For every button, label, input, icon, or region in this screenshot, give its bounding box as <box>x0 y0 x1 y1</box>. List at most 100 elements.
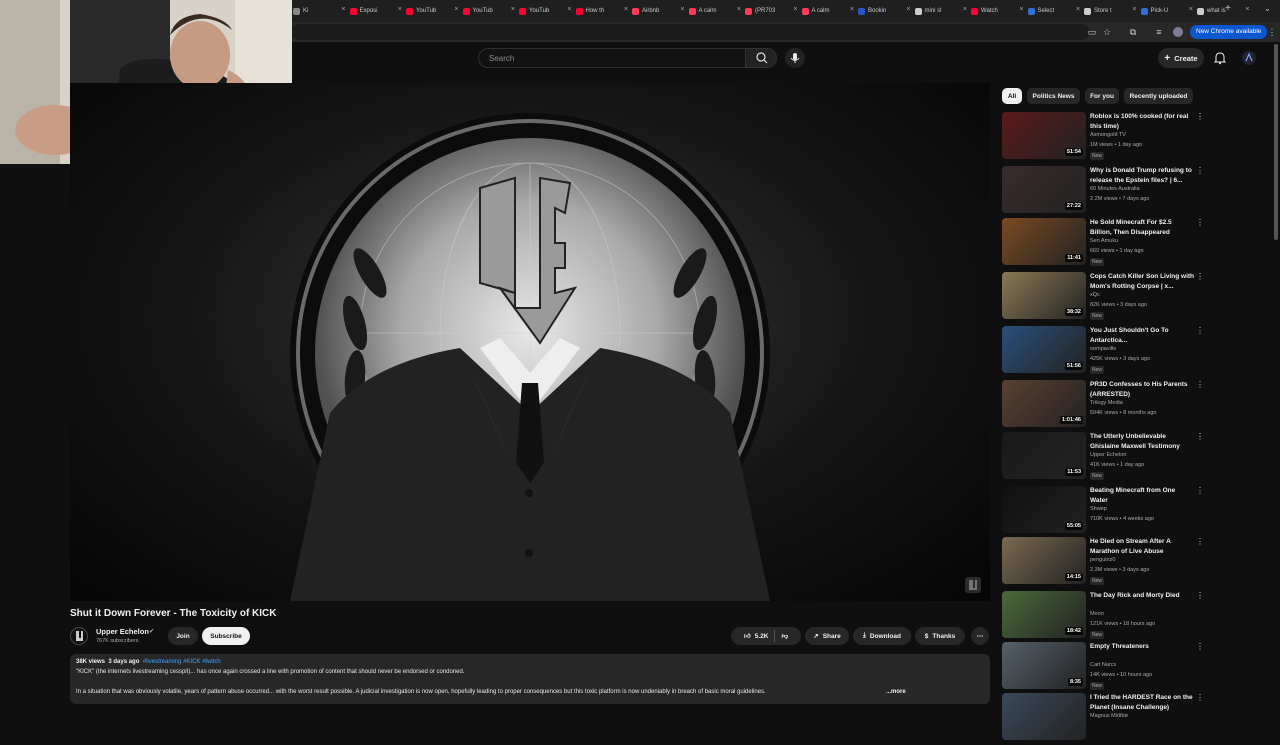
recommended-video-channel[interactable]: Asmongold TV <box>1090 132 1126 138</box>
video-menu-icon[interactable]: ⋮ <box>1196 380 1204 389</box>
more-actions-icon[interactable]: ⋯ <box>971 627 989 645</box>
recommended-video[interactable]: 27:22 Why is Donald Trump refusing to rel… <box>1002 166 1214 218</box>
join-button[interactable]: Join <box>168 627 198 645</box>
chip-all[interactable]: All <box>1002 88 1022 104</box>
chip-recently-uploaded[interactable]: Recently uploaded <box>1124 88 1193 104</box>
video-thumbnail[interactable]: 8:35 <box>1002 642 1086 689</box>
tab-close-icon[interactable]: × <box>963 6 967 13</box>
browser-tab[interactable]: Store t × <box>1084 3 1139 19</box>
tab-close-icon[interactable]: × <box>1132 6 1136 13</box>
video-thumbnail[interactable]: 11:53 <box>1002 432 1086 479</box>
browser-tab[interactable]: Pick-U × <box>1140 3 1196 19</box>
recommended-video[interactable]: 14:15 He Died on Stream After A Marathon … <box>1002 537 1214 589</box>
video-menu-icon[interactable]: ⋮ <box>1196 537 1204 546</box>
browser-tab[interactable]: YouTub × <box>462 3 518 19</box>
tab-close-icon[interactable]: × <box>680 6 684 13</box>
recommended-video-title[interactable]: He Sold Minecraft For $2.5 Billion, Then… <box>1090 218 1194 238</box>
tab-close-icon[interactable]: × <box>1245 6 1249 13</box>
browser-tab[interactable]: Exposi × <box>349 3 405 19</box>
video-menu-icon[interactable]: ⋮ <box>1196 326 1204 335</box>
tab-close-icon[interactable]: × <box>793 6 797 13</box>
tab-close-icon[interactable]: × <box>511 6 515 13</box>
recommended-video-channel[interactable]: Moon <box>1090 611 1104 617</box>
description-more-link[interactable]: ...more <box>886 689 906 695</box>
thanks-button[interactable]: $ Thanks <box>915 627 965 645</box>
browser-tab[interactable]: Airbnb × <box>632 3 687 19</box>
browser-tab[interactable]: Bookin × <box>858 3 913 19</box>
recommended-video-channel[interactable]: oompaville <box>1090 346 1116 352</box>
hashtags[interactable]: #livestreaming #KICK #twitch <box>143 659 221 665</box>
video-menu-icon[interactable]: ⋮ <box>1196 432 1204 441</box>
recommended-video[interactable]: 11:53 The Utterly Unbelievable Ghislaine … <box>1002 432 1214 484</box>
recommended-video-channel[interactable]: Shwep <box>1090 506 1107 512</box>
cast-icon[interactable]: ▭ <box>1086 26 1098 38</box>
thumbs-down-icon[interactable]: 👎︎ <box>781 632 788 640</box>
recommended-video-channel[interactable]: penguinz0 <box>1090 557 1115 563</box>
like-button[interactable]: 👍︎ 5.2K <box>744 632 769 641</box>
video-menu-icon[interactable]: ⋮ <box>1196 272 1204 281</box>
recommended-video[interactable]: 55:05 Beating Minecraft from One Water Shw… <box>1002 486 1214 538</box>
tab-close-icon[interactable]: × <box>737 6 741 13</box>
recommended-video-title[interactable]: PR3D Confesses to His Parents (ARRESTED) <box>1090 380 1194 400</box>
browser-tab[interactable]: How th × <box>575 3 631 19</box>
tab-close-icon[interactable]: × <box>1076 6 1080 13</box>
tab-close-icon[interactable]: × <box>1189 6 1193 13</box>
recommended-video-title[interactable]: Beating Minecraft from One Water <box>1090 486 1194 506</box>
tab-close-icon[interactable]: × <box>454 6 458 13</box>
video-menu-icon[interactable]: ⋮ <box>1196 486 1204 495</box>
recommended-video-title[interactable]: The Day Rick and Morty Died <box>1090 591 1194 601</box>
recommended-video[interactable]: 51:54 Roblox is 100% cooked (for real thi… <box>1002 112 1214 164</box>
new-tab-button[interactable]: + <box>1225 3 1231 14</box>
tab-close-icon[interactable]: × <box>567 6 571 13</box>
chip-politics-news[interactable]: Politics News <box>1027 88 1080 104</box>
tab-close-icon[interactable]: × <box>398 6 402 13</box>
account-avatar[interactable] <box>1242 51 1256 65</box>
extensions-icon[interactable]: ⧉ <box>1127 26 1139 38</box>
video-thumbnail[interactable]: 11:41 <box>1002 218 1086 265</box>
browser-tab[interactable]: YouTub × <box>519 3 574 19</box>
voice-search-button[interactable] <box>785 48 805 68</box>
recommended-video[interactable]: 8:35 Empty Threateners Cart Narcs 14K views… <box>1002 642 1214 694</box>
chrome-update-button[interactable]: New Chrome available <box>1190 25 1268 39</box>
video-thumbnail[interactable]: 1:01:46 <box>1002 380 1086 427</box>
search-input[interactable] <box>489 49 729 67</box>
video-menu-icon[interactable]: ⋮ <box>1196 693 1204 702</box>
browser-tab[interactable]: Select × <box>1027 3 1083 19</box>
channel-avatar[interactable] <box>70 627 88 645</box>
chip-for-you[interactable]: For you <box>1085 88 1119 104</box>
video-thumbnail[interactable]: 27:22 <box>1002 166 1086 213</box>
video-menu-icon[interactable]: ⋮ <box>1196 112 1204 121</box>
recommended-video-channel[interactable]: Upper Echelon <box>1090 452 1126 458</box>
tab-search-icon[interactable]: ≡ <box>1153 26 1165 38</box>
video-thumbnail[interactable] <box>1002 693 1086 740</box>
notifications-bell-icon[interactable] <box>1213 51 1227 65</box>
address-bar[interactable] <box>290 24 1090 40</box>
recommended-video-title[interactable]: He Died on Stream After A Marathon of Li… <box>1090 537 1194 557</box>
recommended-video-title[interactable]: You Just Shouldn't Go To Antarctica... <box>1090 326 1194 346</box>
tab-close-icon[interactable]: × <box>906 6 910 13</box>
channel-name[interactable]: Upper Echelon <box>96 627 149 636</box>
video-thumbnail[interactable]: 51:56 <box>1002 326 1086 373</box>
share-button[interactable]: ↗ Share <box>805 627 849 645</box>
tab-close-icon[interactable]: × <box>624 6 628 13</box>
recommended-video[interactable]: 11:41 He Sold Minecraft For $2.5 Billion,… <box>1002 218 1214 270</box>
bookmark-star-icon[interactable]: ☆ <box>1101 26 1113 38</box>
recommended-video[interactable]: 51:56 You Just Shouldn't Go To Antarctica… <box>1002 326 1214 378</box>
video-menu-icon[interactable]: ⋮ <box>1196 218 1204 227</box>
subscribe-button[interactable]: Subscribe <box>202 627 250 645</box>
tab-close-icon[interactable]: × <box>341 6 345 13</box>
recommended-video-channel[interactable]: Magnus Midtbø <box>1090 713 1128 719</box>
video-menu-icon[interactable]: ⋮ <box>1196 166 1204 175</box>
video-thumbnail[interactable]: 18:42 <box>1002 591 1086 638</box>
download-button[interactable]: ⤓ Download <box>853 627 911 645</box>
recommended-video-title[interactable]: Roblox is 100% cooked (for real this tim… <box>1090 112 1194 132</box>
recommended-video-title[interactable]: Why is Donald Trump refusing to release … <box>1090 166 1194 186</box>
scrollbar[interactable] <box>1274 44 1278 240</box>
recommended-video-title[interactable]: Cops Catch Killer Son Living with Mom's … <box>1090 272 1194 292</box>
recommended-video-title[interactable]: Empty Threateners <box>1090 642 1194 652</box>
video-thumbnail[interactable]: 14:15 <box>1002 537 1086 584</box>
video-thumbnail[interactable]: 38:32 <box>1002 272 1086 319</box>
recommended-video-channel[interactable]: Trilogy Media <box>1090 400 1123 406</box>
recommended-video[interactable]: 18:42 The Day Rick and Morty Died Moon 121K… <box>1002 591 1214 643</box>
browser-tab[interactable]: A calm × <box>801 3 857 19</box>
